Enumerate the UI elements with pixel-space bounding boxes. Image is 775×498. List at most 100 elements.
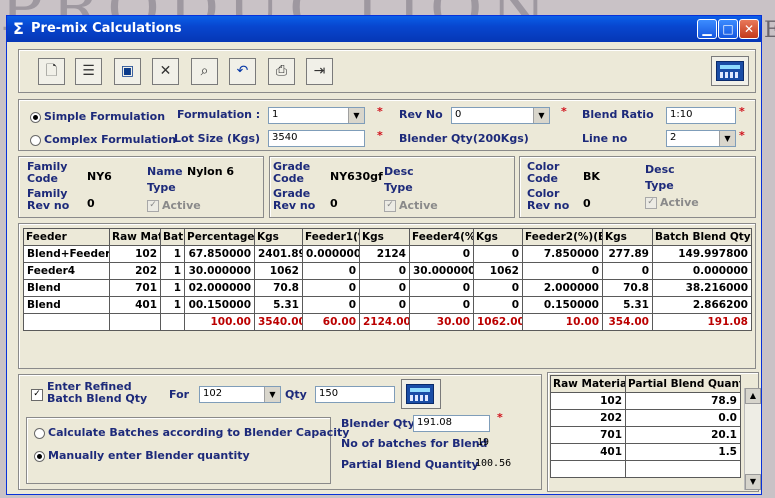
table-cell[interactable]: 2.866200 [652,296,752,314]
table-cell[interactable]: 102 [109,245,161,263]
exit-button[interactable]: ⇥ [306,58,333,85]
undo-button[interactable]: ↶ [229,58,256,85]
table-cell[interactable]: 30.000000 [184,262,255,280]
table-cell[interactable]: 0 [359,296,410,314]
table-cell[interactable]: 277.89 [602,245,653,263]
chevron-down-icon[interactable]: ▼ [348,108,364,123]
column-header[interactable]: Kgs [473,228,523,246]
table-cell[interactable]: 401 [550,443,626,461]
column-header[interactable]: Percentage [184,228,255,246]
table-cell[interactable] [625,460,741,478]
chevron-down-icon[interactable]: ▼ [719,131,735,146]
table-cell[interactable]: Blend [23,279,110,297]
for-select[interactable]: 102 ▼ [199,386,281,403]
table-cell[interactable]: Feeder4 [23,262,110,280]
table-cell[interactable]: 701 [550,426,626,444]
column-header[interactable]: Batch Blend Qty [652,228,752,246]
formulation-select[interactable]: 1 ▼ [268,107,365,124]
enter-refined-checkbox[interactable]: ✓ [31,389,43,401]
table-row[interactable]: 701 20.1 [550,426,741,444]
color-active-checkbox[interactable]: ✓ [645,197,657,209]
calc-by-capacity-radio[interactable] [34,428,45,439]
table-cell[interactable]: 5.31 [254,296,303,314]
table-cell[interactable]: 0 [522,262,603,280]
table-cell[interactable]: 70.8 [602,279,653,297]
table-cell[interactable]: 2.000000 [522,279,603,297]
table-cell[interactable]: 00.150000 [184,296,255,314]
table-cell[interactable]: 0 [302,296,360,314]
table-cell[interactable]: 5.31 [602,296,653,314]
table-cell[interactable]: Blend+Feeder1 [23,245,110,263]
table-cell[interactable]: 30.000000 [409,262,474,280]
column-header[interactable]: Partial Blend Quantit [625,375,741,393]
table-cell[interactable]: 2124 [359,245,410,263]
lot-size-input[interactable]: 3540 [268,130,365,147]
column-header[interactable]: Feeder [23,228,110,246]
partial-table-scrollbar[interactable]: ▲ ▼ [744,388,761,490]
column-header[interactable]: Bat [160,228,185,246]
column-header[interactable]: Feeder2(%)(Bl [522,228,603,246]
table-cell[interactable]: 1.5 [625,443,741,461]
family-active-checkbox[interactable]: ✓ [147,200,159,212]
column-header[interactable]: Raw Material [550,375,626,393]
table-cell[interactable]: 0.0 [625,409,741,427]
list-button[interactable]: ☰ [75,58,102,85]
table-cell[interactable]: 0.000000 [302,245,360,263]
table-cell[interactable]: 401 [109,296,161,314]
table-cell[interactable]: 0.000000 [652,262,752,280]
table-cell[interactable]: 1062 [473,262,523,280]
scroll-up-button[interactable]: ▲ [745,388,761,404]
table-cell[interactable]: 0 [302,279,360,297]
column-header[interactable]: Feeder1(% [302,228,360,246]
grade-active-checkbox[interactable]: ✓ [384,200,396,212]
table-cell[interactable]: 0 [302,262,360,280]
table-cell[interactable]: 0.150000 [522,296,603,314]
table-cell[interactable]: 0 [359,262,410,280]
line-no-select[interactable]: 2 ▼ [666,130,736,147]
column-header[interactable]: Kgs [359,228,410,246]
column-header[interactable]: Kgs [254,228,303,246]
table-cell[interactable]: 102 [550,392,626,410]
print-button[interactable]: ⎙ [268,58,295,85]
maximize-button[interactable]: □ [718,19,738,39]
delete-button[interactable]: ✕ [152,58,179,85]
table-cell[interactable]: 02.000000 [184,279,255,297]
table-cell[interactable]: 20.1 [625,426,741,444]
table-row[interactable]: Blend 701 1 02.000000 70.8 0 0 0 0 2.000000 70.8 38… [23,279,752,297]
table-cell[interactable] [550,460,626,478]
table-cell[interactable]: 202 [109,262,161,280]
minimize-button[interactable]: ▁ [697,19,717,39]
column-header[interactable]: Raw Mat [109,228,161,246]
table-cell[interactable]: 0 [359,279,410,297]
table-cell[interactable]: 0 [602,262,653,280]
title-bar[interactable]: Σ Pre-mix Calculations ▁ □ ✕ [7,16,761,42]
search-button[interactable]: ⌕ [191,58,218,85]
table-row[interactable]: Blend+Feeder1 102 1 67.850000 2401.89 0.00000… [23,245,752,263]
simple-formulation-radio[interactable] [30,112,41,123]
table-row[interactable]: 202 0.0 [550,409,741,427]
rev-no-select[interactable]: 0 ▼ [451,107,550,124]
table-cell[interactable]: 38.216000 [652,279,752,297]
refined-calculator-button[interactable] [401,379,441,409]
column-header[interactable]: Feeder4(% [409,228,474,246]
qty-input[interactable]: 150 [315,386,395,403]
table-cell[interactable]: 78.9 [625,392,741,410]
table-cell[interactable]: 0 [409,296,474,314]
table-cell[interactable]: 70.8 [254,279,303,297]
table-cell[interactable]: 0 [473,279,523,297]
save-button[interactable]: ▣ [114,58,141,85]
table-row[interactable]: Blend 401 1 00.150000 5.31 0 0 0 0 0.150000 5.31 2.… [23,296,752,314]
scroll-down-button[interactable]: ▼ [745,474,761,490]
blender-qty-input[interactable]: 191.08 [413,415,490,432]
chevron-down-icon[interactable]: ▼ [264,387,280,402]
close-button[interactable]: ✕ [739,19,759,39]
table-cell[interactable]: 1 [160,279,185,297]
table-cell[interactable]: 0 [473,296,523,314]
table-cell[interactable]: 2401.89 [254,245,303,263]
table-cell[interactable]: 0 [409,279,474,297]
table-row[interactable]: 102 78.9 [550,392,741,410]
chevron-down-icon[interactable]: ▼ [533,108,549,123]
column-header[interactable]: Kgs [602,228,653,246]
table-cell[interactable]: 1 [160,296,185,314]
complex-formulation-radio[interactable] [30,135,41,146]
